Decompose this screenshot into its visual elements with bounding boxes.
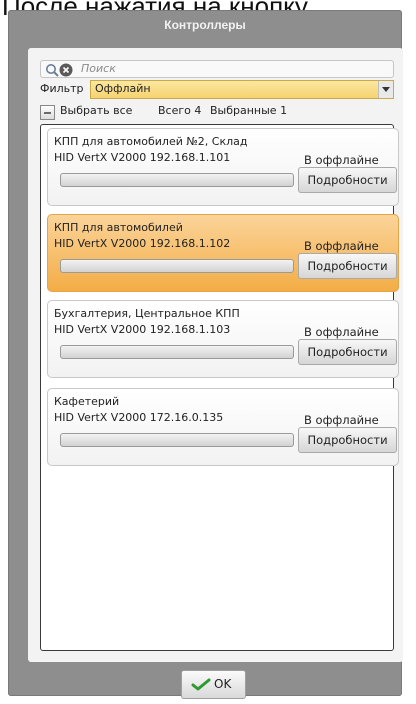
search-placeholder: Поиск	[81, 62, 116, 75]
controller-name: КПП для автомобилей	[54, 221, 183, 234]
dialog-panel: Поиск Фильтр Оффлайн Выбрать все Всего 4…	[28, 48, 403, 662]
ok-button[interactable]: OK	[181, 670, 246, 699]
select-all-label[interactable]: Выбрать все	[60, 104, 132, 117]
controller-name: Кафетерий	[54, 395, 120, 408]
controller-status: В оффлайне	[304, 413, 379, 427]
controller-address: HID VertX V2000 192.168.1.101	[54, 151, 231, 164]
controller-card[interactable]: КПП для автомобилей №2, Склад HID VertX …	[47, 128, 399, 206]
window-title: Контроллеры	[164, 18, 246, 32]
filter-dropdown[interactable]: Оффлайн	[90, 80, 394, 99]
indeterminate-icon	[44, 112, 51, 114]
controller-card[interactable]: Бухгалтерия, Центральное КПП HID VertX V…	[47, 300, 399, 378]
controllers-window: Контроллеры Поиск Фильтр Оффлайн Выбрать…	[8, 10, 403, 699]
progress-bar	[60, 259, 294, 273]
details-button[interactable]: Подробности	[298, 339, 397, 365]
details-button[interactable]: Подробности	[298, 167, 397, 193]
progress-bar	[60, 173, 294, 187]
chevron-down-icon[interactable]	[378, 81, 393, 98]
details-button[interactable]: Подробности	[298, 427, 397, 453]
total-count: Всего 4	[158, 104, 202, 117]
progress-bar	[60, 345, 294, 359]
controller-address: HID VertX V2000 172.16.0.135	[54, 411, 224, 424]
controller-status: В оффлайне	[304, 153, 379, 167]
controller-card-selected[interactable]: КПП для автомобилей HID VertX V2000 192.…	[47, 214, 399, 292]
filter-label: Фильтр	[40, 82, 84, 95]
controller-address: HID VertX V2000 192.168.1.103	[54, 323, 231, 336]
controller-status: В оффлайне	[304, 239, 379, 253]
filter-value: Оффлайн	[95, 82, 151, 95]
select-all-checkbox[interactable]	[40, 105, 55, 120]
controller-status: В оффлайне	[304, 325, 379, 339]
clear-search-icon[interactable]	[59, 62, 73, 77]
controller-card[interactable]: Кафетерий HID VertX V2000 172.16.0.135 В…	[47, 388, 399, 466]
controller-name: Бухгалтерия, Центральное КПП	[54, 307, 240, 320]
ok-label: OK	[214, 677, 232, 691]
controller-name: КПП для автомобилей №2, Склад	[54, 135, 248, 148]
controller-address: HID VertX V2000 192.168.1.102	[54, 237, 231, 250]
details-button[interactable]: Подробности	[298, 253, 397, 279]
filter-row: Фильтр Оффлайн	[40, 80, 398, 99]
selected-count: Выбранные 1	[210, 104, 288, 117]
checkmark-icon	[191, 678, 211, 691]
progress-bar	[60, 433, 294, 447]
search-input[interactable]: Поиск	[40, 60, 394, 78]
controllers-list[interactable]: КПП для автомобилей №2, Склад HID VertX …	[40, 124, 399, 651]
